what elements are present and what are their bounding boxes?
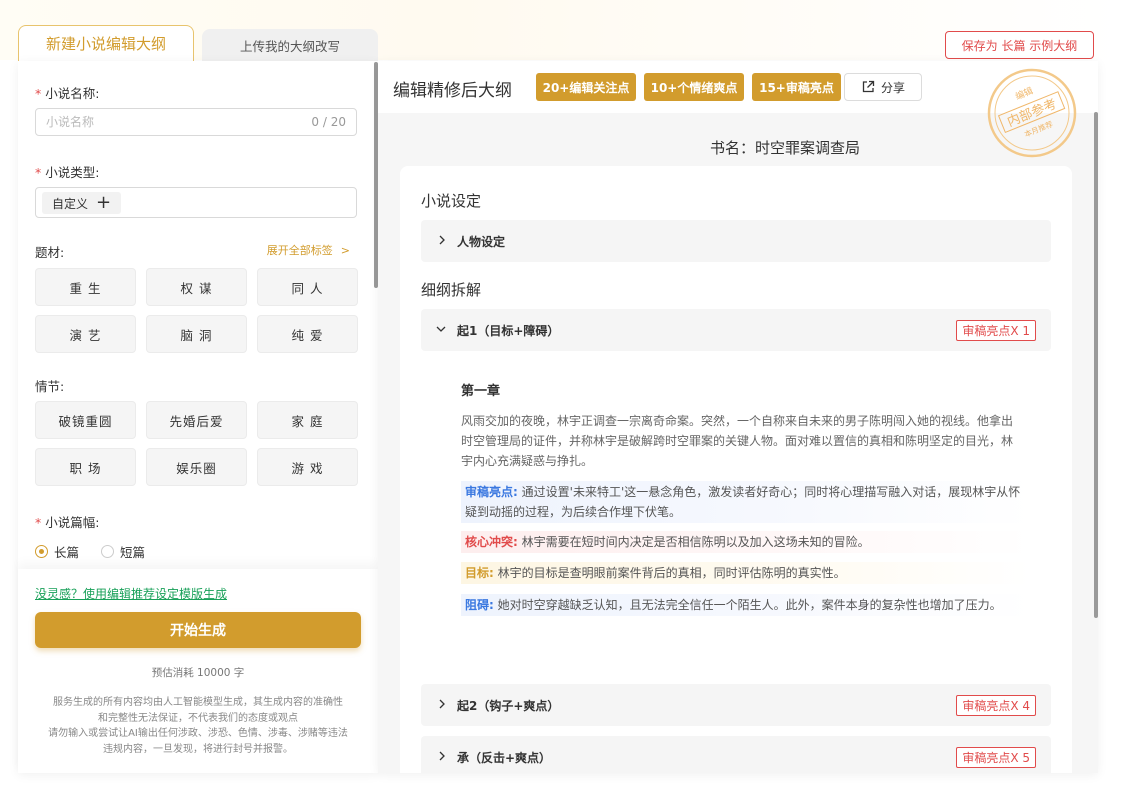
radio-long[interactable] xyxy=(35,545,48,558)
share-icon xyxy=(862,80,875,93)
plot-tag[interactable]: 破镜重圆 xyxy=(35,401,136,439)
svg-text:编辑: 编辑 xyxy=(1014,85,1035,103)
chevron-down-icon xyxy=(436,326,446,332)
outline-form-panel: *小说名称: 0 / 20 *小说类型: 自定义 + 题材: 展开全部标签> 重… xyxy=(18,61,378,773)
chapter-body: 风雨交加的夜晚，林宇正调查一宗离奇命案。突然，一个自称来自未来的男子陈明闯入她的… xyxy=(461,414,1014,468)
start-generate-button[interactable]: 开始生成 xyxy=(35,612,361,648)
badge-review-highlights: 15+审稿亮点 xyxy=(752,73,841,101)
chapter-block: 第一章 风雨交加的夜晚，林宇正调查一宗离奇命案。突然，一个自称来自未来的男子陈明… xyxy=(461,380,1021,471)
right-scrollbar[interactable] xyxy=(1094,112,1098,618)
accordion-label: 人物设定 xyxy=(457,235,506,249)
novel-name-field[interactable]: 0 / 20 xyxy=(35,108,357,136)
theme-tag[interactable]: 演 艺 xyxy=(35,315,136,353)
share-button[interactable]: 分享 xyxy=(844,73,922,101)
note-goal: 目标: 林宇的目标是查明眼前案件背后的真相，同时评估陈明的真实性。 xyxy=(461,562,1031,584)
plot-tag[interactable]: 游 戏 xyxy=(257,448,358,486)
radio-short[interactable] xyxy=(101,545,115,558)
novel-type-label: * 小说类型: xyxy=(35,165,100,180)
save-as-example-button[interactable]: 保存为 长篇 示例大纲 xyxy=(945,31,1094,59)
review-highlight-badge: 审稿亮点X 1 xyxy=(956,320,1036,341)
chevron-right-icon: > xyxy=(340,244,350,257)
review-highlight-badge: 审稿亮点X 4 xyxy=(956,695,1036,716)
estimated-cost: 预估消耗 10000 字 xyxy=(151,667,245,679)
chevron-right-icon xyxy=(439,751,445,761)
badge-emotion-points: 10+个情绪爽点 xyxy=(644,73,744,101)
setting-heading: 小说设定 xyxy=(421,192,482,210)
novel-type-field[interactable]: 自定义 + xyxy=(35,187,357,218)
plot-tag[interactable]: 家 庭 xyxy=(257,401,358,439)
plot-tag[interactable]: 职 场 xyxy=(35,448,136,486)
accordion-character-setting[interactable]: 人物设定 xyxy=(421,220,1051,262)
breakdown-heading: 细纲拆解 xyxy=(421,281,482,299)
length-radio-group: 长篇 短篇 xyxy=(35,542,145,561)
chevron-right-icon xyxy=(439,699,445,709)
radio-short-label[interactable]: 短篇 xyxy=(120,542,145,561)
accordion-label: 起2（钩子+爽点） xyxy=(457,699,560,713)
type-tag-custom[interactable]: 自定义 + xyxy=(42,192,122,214)
name-char-counter: 0 / 20 xyxy=(311,115,346,129)
theme-tag[interactable]: 权 谋 xyxy=(146,268,247,306)
accordion-label: 承（反击+爽点） xyxy=(457,751,552,765)
theme-label: 题材: xyxy=(35,245,65,260)
radio-long-label[interactable]: 长篇 xyxy=(54,542,79,561)
plus-icon[interactable]: + xyxy=(96,194,111,212)
note-core-conflict: 核心冲突: 林宇需要在短时间内决定是否相信陈明以及加入这场未知的冒险。 xyxy=(461,531,1031,553)
theme-tag[interactable]: 同 人 xyxy=(257,268,358,306)
plot-tag[interactable]: 先婚后爱 xyxy=(146,401,247,439)
theme-tag[interactable]: 重 生 xyxy=(35,268,136,306)
expand-all-tags-link[interactable]: 展开全部标签 > xyxy=(267,242,350,258)
type-tag-label: 自定义 xyxy=(52,196,89,211)
form-scroll-area: *小说名称: 0 / 20 *小说类型: 自定义 + 题材: 展开全部标签> 重… xyxy=(18,61,378,571)
form-footer: 没灵感？使用编辑推荐设定模版生成 开始生成 预估消耗 10000 字 服务生成的… xyxy=(18,569,378,773)
book-title: 书名：时空罪案调查局 xyxy=(709,139,860,157)
plot-tag-grid: 破镜重圆 先婚后爱 家 庭 职 场 娱乐圈 游 戏 xyxy=(35,401,358,486)
note-obstacle: 阻碍: 她对时空穿越缺乏认知，且无法完全信任一个陌生人。此外，案件本身的复杂性也… xyxy=(461,594,1031,616)
note-review-highlight: 审稿亮点: 通过设置'未来特工'这一悬念角色，激发读者好奇心；同时将心理描写融入… xyxy=(461,481,1031,523)
novel-length-label: * 小说篇幅: xyxy=(35,515,100,530)
theme-tag[interactable]: 纯 爱 xyxy=(257,315,358,353)
ai-disclaimer: 服务生成的所有内容均由人工智能模型生成，其生成内容的准确性 和完整性无法保证，不… xyxy=(48,697,348,755)
accordion-label: 起1（目标+障碍） xyxy=(457,324,560,338)
chevron-right-icon xyxy=(439,235,445,245)
accordion-section-1[interactable]: 起1（目标+障碍） 审稿亮点X 1 xyxy=(421,309,1051,351)
novel-name-input[interactable] xyxy=(36,109,286,135)
outline-title: 编辑精修后大纲 xyxy=(393,81,512,101)
plot-tag[interactable]: 娱乐圈 xyxy=(146,448,247,486)
tab-new-outline[interactable]: 新建小说编辑大纲 xyxy=(18,25,194,61)
theme-tag-grid: 重 生 权 谋 同 人 演 艺 脑 洞 纯 爱 xyxy=(35,268,358,353)
outline-content-card: 小说设定 人物设定 细纲拆解 起1（目标+障碍） 审稿亮点X 1 第一章 风雨交… xyxy=(400,166,1072,773)
theme-tag[interactable]: 脑 洞 xyxy=(146,315,247,353)
outline-result-panel: 编辑精修后大纲 20+编辑关注点 10+个情绪爽点 15+审稿亮点 分享 编辑 … xyxy=(378,61,1098,773)
tab-upload-outline[interactable]: 上传我的大纲改写 xyxy=(202,29,378,61)
chapter-title: 第一章 xyxy=(461,384,501,399)
badge-editor-focus: 20+编辑关注点 xyxy=(536,73,636,101)
accordion-section-2[interactable]: 起2（钩子+爽点） 审稿亮点X 4 xyxy=(421,684,1051,726)
use-template-link[interactable]: 没灵感？使用编辑推荐设定模版生成 xyxy=(35,585,227,602)
accordion-section-3[interactable]: 承（反击+爽点） 审稿亮点X 5 xyxy=(421,736,1051,773)
novel-name-label: * 小说名称: xyxy=(35,86,100,101)
review-highlight-badge: 审稿亮点X 5 xyxy=(956,747,1036,768)
plot-label: 情节: xyxy=(35,379,65,394)
